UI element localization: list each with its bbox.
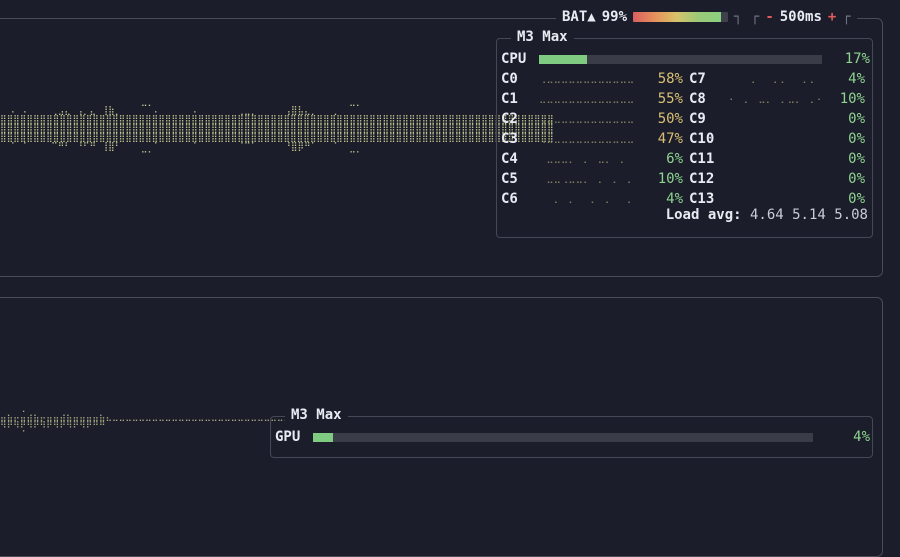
core-row-c13: C13 ⠀⠀⠀⠀⠀⠀⠀⠀⠀⠀⠀⠀⠀ 0% [689, 189, 879, 209]
core-label: C13 [689, 191, 715, 207]
load-average: Load avg: 4.64 5.14 5.08 [666, 207, 868, 223]
load-label: Load avg: [665, 207, 742, 223]
core-percent: 0% [848, 171, 865, 187]
core-percent: 4% [666, 191, 683, 207]
core-percent: 0% [848, 191, 865, 207]
core-sparkline: ⠀⠀⠀⠀⠀⠀⠀⠀⠀⠀⠀⠀⠀ [729, 133, 825, 144]
decrease-interval-button[interactable]: - [765, 9, 773, 25]
bracket-left: ┐ ┌ [734, 9, 760, 25]
core-percent: 0% [848, 131, 865, 147]
core-row-c10: C10 ⠀⠀⠀⠀⠀⠀⠀⠀⠀⠀⠀⠀⠀ 0% [689, 129, 879, 149]
gpu-percent: 4% [853, 429, 870, 445]
core-label: C1 [501, 91, 518, 107]
core-row-c8: C8 ⠄⠀⡀⠀⣀⡀⠀⡀⣀⡀⠀⡀⠄ 10% [689, 89, 879, 109]
bracket-right: ┌ [842, 9, 851, 25]
core-row-c0: C0 ⢀⣀⣀⣀⣀⣀⣀⣀⣀⣀⣀⣀⣀ 58% [501, 69, 691, 89]
core-row-c11: C11 ⠀⠀⠀⠀⠀⠀⠀⠀⠀⠀⠀⠀⠀ 0% [689, 149, 879, 169]
core-label: C6 [501, 191, 518, 207]
gpu-row: GPU 4% [275, 427, 870, 447]
core-sparkline: ⠀⣀⣀⢀⣀⣀⡀⠀⡀⠀⡀⠀⡀ [539, 173, 635, 184]
core-sparkline: ⢀⣀⣀⣀⣀⣀⣀⣀⣀⣀⣀⣀⣀ [539, 113, 635, 124]
core-sparkline: ⠀⠀⠀⠀⠀⠀⠀⠀⠀⠀⠀⠀⠀ [729, 193, 825, 204]
core-sparkline: ⠀⠀⠀⠀⠀⠀⠀⠀⠀⠀⠀⠀⠀ [729, 153, 825, 164]
core-row-c6: C6 ⠀⠀⡀⠀⡀⠀⠀⡀⠀⡀⠀⠀⡀ 4% [501, 189, 691, 209]
core-row-c9: C9 ⠀⠀⠀⠀⠀⠀⠀⠀⠀⠀⠀⠀⠀ 0% [689, 109, 879, 129]
cpu-history-graph: ⣀⡀ ⣀⡀ ⠄ ⠄ ⢀⣠⣄ ⢠⡀⣄ ⢸⣷⡀ ⠄ ⠄ ⢀⣀⡀ ⢠⣿⣧⣄⡀ ⡀ ⣿⣿… [0, 97, 554, 161]
cpu-percent: 17% [844, 51, 870, 67]
core-label: C4 [501, 151, 518, 167]
status-bar: BAT▲ 99% ┐ ┌ - 500ms + ┌ [556, 4, 857, 30]
core-sparkline: ⠀⠀⠀⠀⠀⠀⠀⠀⠀⠀⠀⠀⠀ [729, 113, 825, 124]
increase-interval-button[interactable]: + [828, 9, 836, 25]
core-label: C3 [501, 131, 518, 147]
core-percent: 0% [848, 111, 865, 127]
gpu-label: GPU [275, 429, 301, 445]
core-percent: 4% [848, 71, 865, 87]
core-label: C10 [689, 131, 715, 147]
core-percent: 55% [657, 91, 683, 107]
core-sparkline: ⢀⣀⣀⣀⣀⣀⣀⣀⣀⣀⣀⣀⣀ [539, 133, 635, 144]
battery-meter-fill [633, 12, 722, 22]
battery-percent: 99% [601, 9, 628, 25]
cpu-label: CPU [501, 51, 527, 67]
core-row-c1: C1 ⣀⣀⣀⣀⣀⣀⣀⣀⣀⣀⣀⣀⣀ 55% [501, 89, 691, 109]
core-percent: 6% [666, 151, 683, 167]
gpu-box: M3 Max GPU 4% [270, 407, 873, 458]
cpu-box: M3 Max CPU 17% C0 ⢀⣀⣀⣀⣀⣀⣀⣀⣀⣀⣀⣀⣀ 58% C1 ⣀⣀⣀⣀⣀… [496, 29, 873, 238]
battery-label: BAT▲ [562, 9, 596, 25]
core-percent: 58% [657, 71, 683, 87]
core-label: C2 [501, 111, 518, 127]
core-label: C9 [689, 111, 706, 127]
gpu-history-graph: ⡀ ⣤⣦⡤⣤⣴⣦⡤⣤⣤⣴⣦⣤⣤⣤⣤⣦⣄⣀⣀⣀⣀⣀⣀⣀⣀⣀⣀⣀⣀⣀⣀⣀⣀⣀⣀⣀⣀⣀… [0, 403, 291, 440]
core-percent: 10% [839, 91, 865, 107]
gpu-meter [313, 433, 813, 442]
core-percent: 50% [657, 111, 683, 127]
core-row-c5: C5 ⠀⣀⣀⢀⣀⣀⡀⠀⡀⠀⡀⠀⡀ 10% [501, 169, 691, 189]
battery-meter [633, 12, 729, 22]
core-row-c12: C12 ⠀⠀⠀⠀⠀⠀⠀⠀⠀⠀⠀⠀⠀ 0% [689, 169, 879, 189]
core-row-c7: C7 ⠀⠀⠀⡀⠀⠀⡀⡀⠀⠀⡀⡀⠀ 4% [689, 69, 879, 89]
cpu-meter-fill [539, 55, 588, 64]
cpu-total-row: CPU 17% [501, 49, 870, 69]
cpu-meter [539, 55, 822, 64]
core-label: C0 [501, 71, 518, 87]
load-values: 4.64 5.14 5.08 [749, 207, 868, 223]
gpu-meter-fill [313, 433, 333, 442]
cpu-box-title: M3 Max [511, 29, 574, 45]
core-sparkline: ⠀⣀⣀⣀⡀⠀⡀⠀⣀⡀⠀⡀⠀ [539, 153, 635, 164]
core-sparkline: ⠀⠀⡀⠀⡀⠀⠀⡀⠀⡀⠀⠀⡀ [539, 193, 635, 204]
core-sparkline: ⠀⠀⠀⡀⠀⠀⡀⡀⠀⠀⡀⡀⠀ [729, 73, 825, 84]
core-label: C7 [689, 71, 706, 87]
core-sparkline: ⠄⠀⡀⠀⣀⡀⠀⡀⣀⡀⠀⡀⠄ [729, 93, 825, 104]
core-label: C11 [689, 151, 715, 167]
core-row-c4: C4 ⠀⣀⣀⣀⡀⠀⡀⠀⣀⡀⠀⡀⠀ 6% [501, 149, 691, 169]
core-percent: 10% [657, 171, 683, 187]
core-percent: 47% [657, 131, 683, 147]
core-sparkline: ⠀⠀⠀⠀⠀⠀⠀⠀⠀⠀⠀⠀⠀ [729, 173, 825, 184]
core-label: C12 [689, 171, 715, 187]
core-row-c2: C2 ⢀⣀⣀⣀⣀⣀⣀⣀⣀⣀⣀⣀⣀ 50% [501, 109, 691, 129]
core-percent: 0% [848, 151, 865, 167]
gpu-box-title: M3 Max [285, 407, 348, 423]
core-label: C5 [501, 171, 518, 187]
core-sparkline: ⢀⣀⣀⣀⣀⣀⣀⣀⣀⣀⣀⣀⣀ [539, 73, 635, 84]
core-label: C8 [689, 91, 706, 107]
interval-value: 500ms [779, 9, 822, 25]
core-sparkline: ⣀⣀⣀⣀⣀⣀⣀⣀⣀⣀⣀⣀⣀ [539, 93, 635, 104]
core-row-c3: C3 ⢀⣀⣀⣀⣀⣀⣀⣀⣀⣀⣀⣀⣀ 47% [501, 129, 691, 149]
